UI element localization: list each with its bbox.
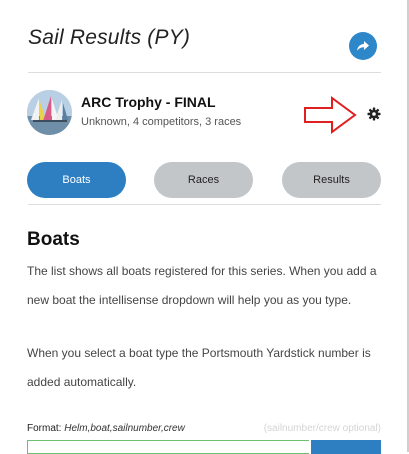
app-title: Sail Results (PY) [28,26,191,49]
format-hint: (sailnumber/crew optional) [263,423,381,434]
header-divider [28,72,381,73]
series-title: ARC Trophy - FINAL [81,94,216,110]
tabs-divider [28,204,381,205]
format-label: Format: Helm,boat,sailnumber,crew [27,423,185,434]
right-arrow-outline-icon [304,96,357,134]
tab-races[interactable]: Races [154,162,253,198]
tab-boats-label: Boats [62,174,91,186]
format-label-text: Format: [27,423,62,434]
tab-races-label: Races [187,174,220,186]
section-heading: Boats [27,229,80,250]
format-value: Helm,boat,sailnumber,crew [64,423,185,434]
boat-type-description: When you select a boat type the Portsmou… [27,346,371,389]
tab-results[interactable]: Results [282,162,381,198]
boats-description: The list shows all boats registered for … [27,264,377,307]
settings-button[interactable] [367,107,381,121]
tab-results-label: Results [313,174,350,186]
tab-boats[interactable]: Boats [27,162,126,198]
series-avatar [27,90,72,135]
share-arrow-icon [357,41,369,51]
series-subtitle: Unknown, 4 competitors, 3 races [81,116,242,128]
gear-icon [367,107,381,121]
share-button[interactable] [349,32,377,60]
